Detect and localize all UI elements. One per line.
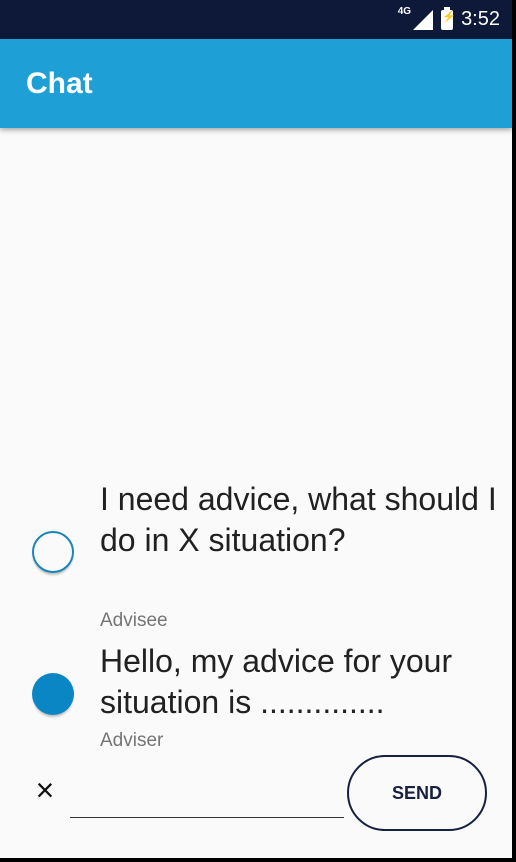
chat-screen: 4G 3:52 Chat I need advice, what should … [0,0,512,858]
message-input[interactable] [70,783,344,818]
close-icon[interactable]: × [30,774,60,806]
message-sender: Adviser [100,730,164,751]
message-text: Hello, my advice for your situation is .… [100,643,453,720]
page-title: Chat [26,67,93,100]
battery-charging-icon [441,6,456,30]
message-composer: × SEND [0,755,512,835]
network-type-label: 4G [397,6,412,17]
status-icons: 4G 3:52 [398,0,500,39]
avatar [32,673,74,715]
send-button[interactable]: SEND [347,755,487,831]
app-bar: Chat [0,39,512,128]
status-time: 3:52 [461,8,500,30]
status-bar: 4G 3:52 [0,0,512,39]
message-text: I need advice, what should I do in X sit… [100,481,497,558]
avatar [32,531,74,573]
signal-icon [413,9,434,30]
message-sender: Advisee [100,610,168,631]
